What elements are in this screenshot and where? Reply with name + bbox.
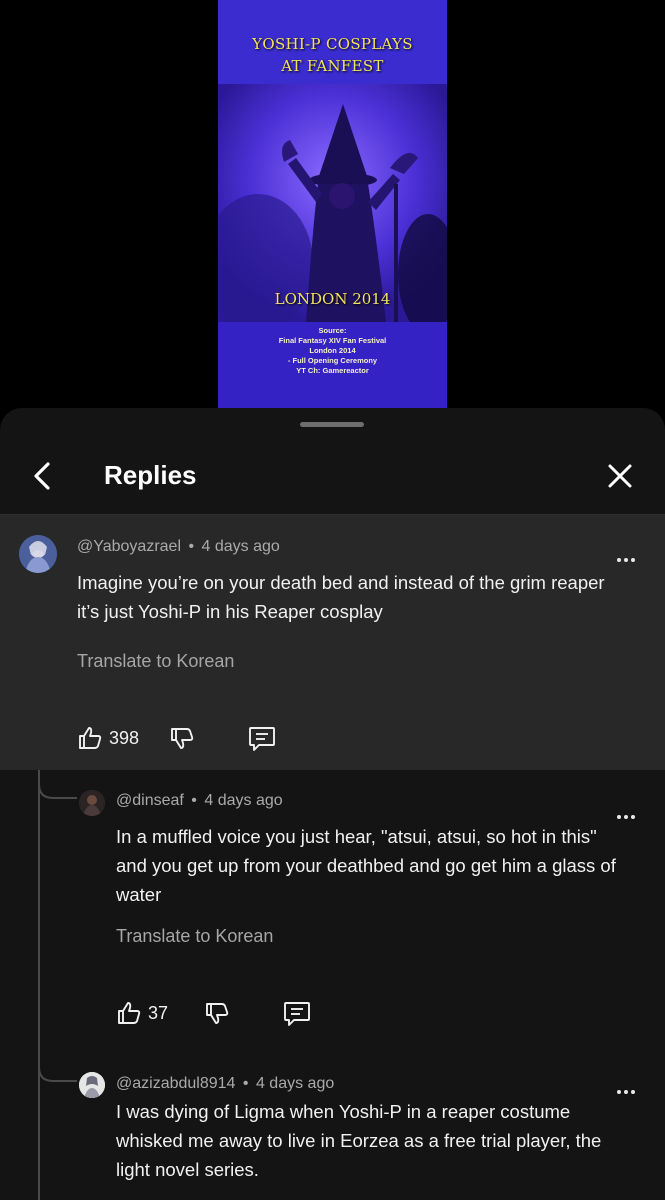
- comment-actions: 398: [77, 723, 277, 753]
- more-options-button[interactable]: [613, 807, 639, 827]
- comment-text: I was dying of Ligma when Yoshi-P in a r…: [116, 1101, 602, 1180]
- thread-connector: [38, 1053, 77, 1082]
- avatar[interactable]: [79, 790, 105, 816]
- comment-time: 4 days ago: [255, 1075, 335, 1092]
- comment-time: 4 days ago: [201, 538, 280, 555]
- more-dot-icon: [624, 558, 628, 562]
- more-dot-icon: [617, 1090, 621, 1094]
- video-title-line-1: YOSHI-P COSPLAYS: [252, 35, 413, 53]
- avatar-image: [19, 535, 57, 573]
- parent-comment: @Yaboyazrael • 4 days ago Imagine you’re…: [0, 515, 665, 770]
- like-count: 37: [148, 1002, 169, 1023]
- reply-icon: [249, 727, 275, 751]
- comment-text: In a muffled voice you just hear, "atsui…: [116, 826, 616, 905]
- more-dot-icon: [624, 1090, 628, 1094]
- thumbs-down-icon: [206, 1003, 229, 1024]
- comment-meta: @azizabdul8914 • 4 days ago: [116, 1075, 334, 1093]
- reply-button[interactable]: [282, 999, 312, 1027]
- comment-meta: @dinseaf • 4 days ago: [116, 792, 283, 810]
- thumbs-up-icon: [118, 1002, 141, 1024]
- drag-handle[interactable]: [300, 422, 364, 427]
- meta-separator: •: [188, 538, 195, 555]
- video-overlay-title: YOSHI-P COSPLAYS AT FANFEST: [218, 33, 447, 77]
- more-dot-icon: [631, 1090, 635, 1094]
- reply-button[interactable]: [247, 724, 277, 752]
- avatar[interactable]: [79, 1072, 105, 1098]
- more-dot-icon: [624, 815, 628, 819]
- comment-text: Imagine you’re on your death bed and ins…: [77, 572, 605, 622]
- chevron-left-icon: [34, 462, 50, 490]
- source-line: Final Fantasy XIV Fan Festival: [278, 336, 387, 345]
- back-button[interactable]: [26, 458, 62, 494]
- comment-author[interactable]: @dinseaf: [116, 792, 184, 809]
- source-line: Source:: [318, 326, 347, 335]
- reply-comment: @dinseaf • 4 days ago In a muffled voice…: [0, 770, 665, 1053]
- source-line: - Full Opening Ceremony: [287, 356, 378, 365]
- source-line: YT Ch: Gamereactor: [296, 366, 369, 375]
- video-figure-image: [218, 84, 447, 322]
- more-dot-icon: [631, 815, 635, 819]
- like-count: 398: [109, 727, 140, 748]
- avatar[interactable]: [19, 535, 57, 573]
- meta-separator: •: [191, 792, 197, 809]
- like-button[interactable]: 37: [116, 1000, 168, 1026]
- comment-meta: @Yaboyazrael • 4 days ago: [77, 538, 280, 556]
- avatar-image: [79, 1072, 105, 1098]
- thumbs-up-icon: [79, 727, 102, 749]
- more-dot-icon: [617, 815, 621, 819]
- avatar-image: [79, 790, 105, 816]
- close-icon: [608, 464, 632, 488]
- video-frame[interactable]: YOSHI-P COSPLAYS AT FANFEST LONDON 2014 …: [218, 0, 447, 408]
- reply-icon: [284, 1002, 310, 1026]
- more-options-button[interactable]: [613, 550, 639, 570]
- video-player[interactable]: YOSHI-P COSPLAYS AT FANFEST LONDON 2014 …: [0, 0, 665, 408]
- replies-sheet: Replies @Yaboyazrael • 4 days ago Imagin…: [0, 408, 665, 1200]
- close-button[interactable]: [602, 458, 638, 494]
- comment-author[interactable]: @azizabdul8914: [116, 1075, 235, 1092]
- dislike-button[interactable]: [204, 1000, 230, 1026]
- comment-time: 4 days ago: [204, 792, 283, 809]
- comment-actions: 37: [116, 998, 312, 1028]
- replies-header: Replies: [0, 438, 665, 515]
- dislike-button[interactable]: [169, 725, 195, 751]
- meta-separator: •: [242, 1075, 249, 1092]
- translate-link[interactable]: Translate to Korean: [116, 926, 273, 947]
- thumbs-down-icon: [171, 728, 194, 749]
- more-dot-icon: [631, 558, 635, 562]
- video-location-text: LONDON 2014: [274, 290, 391, 308]
- translate-link[interactable]: Translate to Korean: [77, 651, 234, 672]
- video-source-text: Source: Final Fantasy XIV Fan Festival L…: [218, 326, 447, 376]
- page-title: Replies: [104, 460, 197, 490]
- video-title-line-2: AT FANFEST: [281, 57, 384, 75]
- like-button[interactable]: 398: [77, 725, 139, 751]
- comment-author[interactable]: @Yaboyazrael: [77, 538, 181, 555]
- source-line: London 2014: [309, 346, 356, 355]
- more-dot-icon: [617, 558, 621, 562]
